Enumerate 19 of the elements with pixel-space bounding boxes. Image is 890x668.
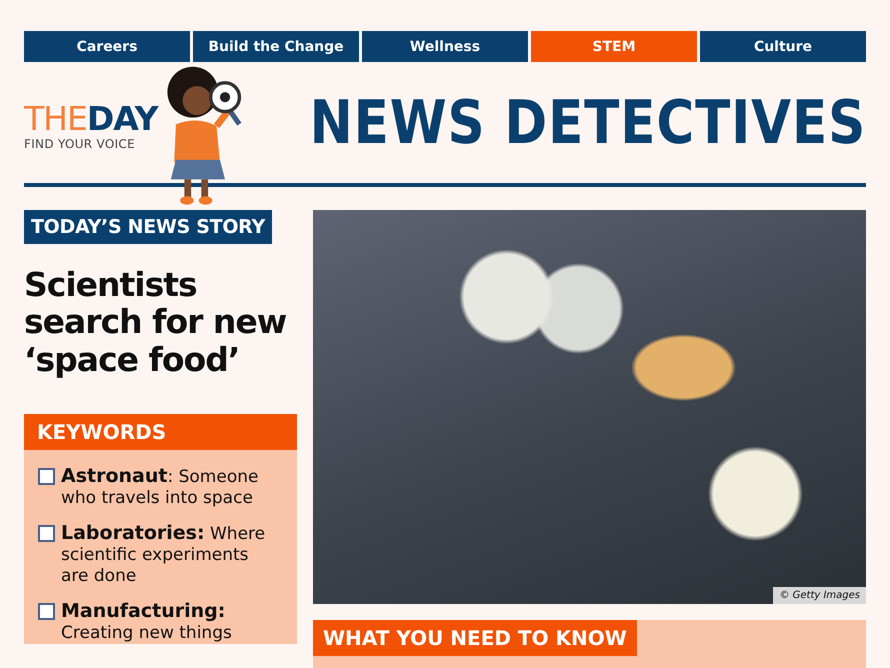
story-headline: Scientists search for new ‘space food’ [24,266,288,378]
photo-credit: © Getty Images [773,587,866,604]
nav-tab[interactable]: Careers [24,31,190,62]
checkbox[interactable] [38,602,55,620]
keyword-definition: Manufacturing: Creating new things [61,600,233,644]
section-banner: TODAY’S NEWS STORY [24,210,272,244]
nav-tab[interactable]: Culture [700,31,866,62]
keyword-definition: Astronaut: Someone who travels into space [61,466,260,509]
page-title: NEWS DETECTIVES [309,88,866,158]
checkbox[interactable] [38,468,55,485]
logo-tagline: FIND YOUR VOICE [24,137,136,151]
nav-tab[interactable]: STEM [531,31,697,62]
checkbox[interactable] [38,524,55,542]
nav-tab[interactable]: Wellness [362,31,528,62]
section-heading: WHAT YOU NEED TO KNOW [313,620,637,656]
nav-tab[interactable]: Build the Change [193,31,359,62]
keyword-definition: Laboratories: Where scientific experiments are done [61,522,266,587]
logo-text: DAY [86,102,158,135]
keywords-heading: KEYWORDS [24,414,297,450]
